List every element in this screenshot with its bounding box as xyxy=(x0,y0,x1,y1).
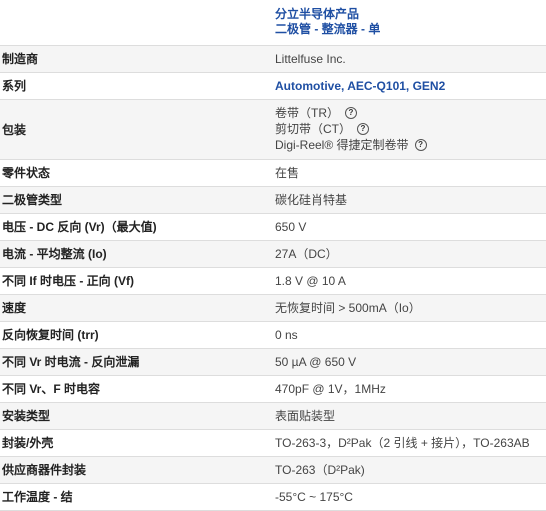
table-row: 制造商 Littelfuse Inc. xyxy=(0,45,546,73)
table-row: 封装/外壳 TO-263-3，D²Pak（2 引线 + 接片），TO-263AB xyxy=(0,429,546,457)
attr-label: 二极管类型 xyxy=(0,186,264,214)
table-row: 工作温度 - 结 -55°C ~ 175°C xyxy=(0,483,546,511)
attr-label: 不同 Vr 时电流 - 反向泄漏 xyxy=(0,348,264,376)
table-row: 二极管类型 碳化硅肖特基 xyxy=(0,186,546,214)
category-label-cell xyxy=(0,0,264,46)
table-row: 安装类型 表面贴装型 xyxy=(0,402,546,430)
attr-value: TO-263-3，D²Pak（2 引线 + 接片），TO-263AB xyxy=(264,429,546,457)
attr-value: Littelfuse Inc. xyxy=(264,45,546,73)
attr-label: 电压 - DC 反向 (Vr)（最大值) xyxy=(0,213,264,241)
attr-label: 供应商器件封装 xyxy=(0,456,264,484)
attr-value: 27A（DC） xyxy=(264,240,546,268)
attr-value: 在售 xyxy=(264,159,546,187)
table-row: 不同 If 时电压 - 正向 (Vf) 1.8 V @ 10 A xyxy=(0,267,546,295)
question-circle-icon[interactable]: ? xyxy=(345,106,357,119)
question-circle-icon[interactable]: ? xyxy=(414,138,427,151)
attr-label: 制造商 xyxy=(0,45,264,73)
attr-value: 0 ns xyxy=(264,321,546,349)
attr-value: 650 V xyxy=(264,213,546,241)
category-link-discrete[interactable]: 分立半导体产品 xyxy=(275,7,546,22)
attr-value: TO-263（D²Pak) xyxy=(264,456,546,484)
product-attributes-table: 分立半导体产品 二极管 - 整流器 - 单 制造商 Littelfuse Inc… xyxy=(0,0,546,511)
table-row: 供应商器件封装 TO-263（D²Pak) xyxy=(0,456,546,484)
attr-label: 反向恢复时间 (trr) xyxy=(0,321,264,349)
table-row: 零件状态 在售 xyxy=(0,159,546,187)
attr-value: 1.8 V @ 10 A xyxy=(264,267,546,295)
table-row: 包装 卷带（TR）? 剪切带（CT）? Digi-Reel® 得捷定制卷带? xyxy=(0,99,546,160)
table-row: 反向恢复时间 (trr) 0 ns xyxy=(0,321,546,349)
question-circle-icon[interactable]: ? xyxy=(357,122,369,135)
table-row: 电流 - 平均整流 (Io) 27A（DC） xyxy=(0,240,546,268)
category-link-rectifiers[interactable]: 二极管 - 整流器 - 单 xyxy=(275,22,546,37)
packaging-option: 卷带（TR）? xyxy=(275,105,546,121)
attr-label: 安装类型 xyxy=(0,402,264,430)
table-row: 不同 Vr 时电流 - 反向泄漏 50 µA @ 650 V xyxy=(0,348,546,376)
table-row: 不同 Vr、F 时电容 470pF @ 1V，1MHz xyxy=(0,375,546,403)
attr-label: 电流 - 平均整流 (Io) xyxy=(0,240,264,268)
series-link[interactable]: Automotive, AEC-Q101, GEN2 xyxy=(275,79,445,93)
table-row: 电压 - DC 反向 (Vr)（最大值) 650 V xyxy=(0,213,546,241)
category-cell: 分立半导体产品 二极管 - 整流器 - 单 xyxy=(264,0,546,46)
attr-label: 零件状态 xyxy=(0,159,264,187)
attr-value: 碳化硅肖特基 xyxy=(264,186,546,214)
table-row: 系列 Automotive, AEC-Q101, GEN2 xyxy=(0,72,546,100)
attr-label: 系列 xyxy=(0,72,264,100)
attr-label: 封装/外壳 xyxy=(0,429,264,457)
attr-label: 工作温度 - 结 xyxy=(0,483,264,511)
table-row: 速度 无恢复时间 > 500mA（Io） xyxy=(0,294,546,322)
attr-label: 速度 xyxy=(0,294,264,322)
attr-value: 无恢复时间 > 500mA（Io） xyxy=(264,294,546,322)
attr-label: 不同 Vr、F 时电容 xyxy=(0,375,264,403)
packaging-options: 卷带（TR）? 剪切带（CT）? Digi-Reel® 得捷定制卷带? xyxy=(264,99,546,160)
attr-value: -55°C ~ 175°C xyxy=(264,483,546,511)
category-row: 分立半导体产品 二极管 - 整流器 - 单 xyxy=(0,0,546,46)
attr-label: 包装 xyxy=(0,99,264,160)
packaging-option: Digi-Reel® 得捷定制卷带? xyxy=(275,137,546,153)
attr-value: 50 µA @ 650 V xyxy=(264,348,546,376)
attr-value: 470pF @ 1V，1MHz xyxy=(264,375,546,403)
attr-value: 表面贴装型 xyxy=(264,402,546,430)
packaging-option: 剪切带（CT）? xyxy=(275,121,546,137)
attr-label: 不同 If 时电压 - 正向 (Vf) xyxy=(0,267,264,295)
